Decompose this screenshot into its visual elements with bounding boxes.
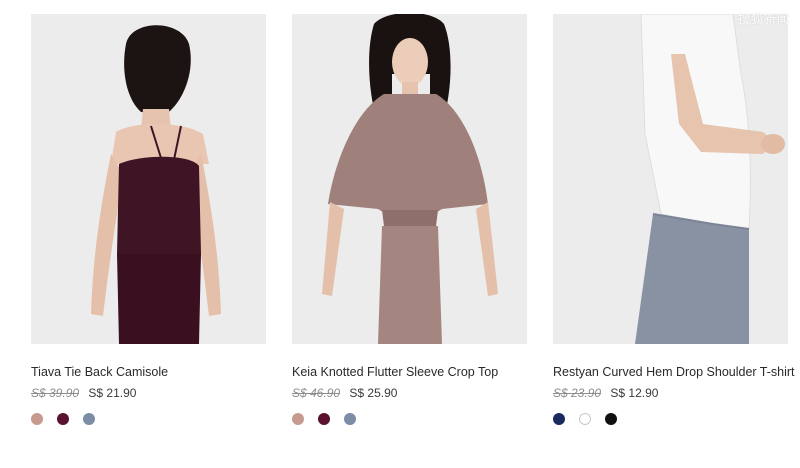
color-swatch-wine[interactable] xyxy=(318,413,330,425)
color-swatch-white[interactable] xyxy=(579,413,591,425)
product-image[interactable] xyxy=(31,14,266,344)
product-price: S$ 39.90 S$ 21.90 xyxy=(31,385,266,401)
sale-price: S$ 12.90 xyxy=(610,386,659,400)
product-card[interactable]: Keia Knotted Flutter Sleeve Crop Top S$ … xyxy=(292,14,527,426)
camisole-model-illustration xyxy=(31,14,266,344)
original-price: S$ 39.90 xyxy=(31,386,80,400)
product-price: S$ 23.90 S$ 12.90 xyxy=(553,385,788,401)
product-grid: Tiava Tie Back Camisole S$ 39.90 S$ 21.9… xyxy=(31,14,795,426)
product-price: S$ 46.90 S$ 25.90 xyxy=(292,385,527,401)
tshirt-model-illustration xyxy=(553,14,788,344)
product-image[interactable] xyxy=(553,14,788,344)
product-card[interactable]: Tiava Tie Back Camisole S$ 39.90 S$ 21.9… xyxy=(31,14,266,426)
product-image[interactable] xyxy=(292,14,527,344)
color-swatches xyxy=(31,413,266,426)
sale-price: S$ 21.90 xyxy=(88,386,137,400)
color-swatches xyxy=(553,413,788,426)
product-name[interactable]: Restyan Curved Hem Drop Shoulder T-shirt xyxy=(553,364,795,380)
color-swatch-blush[interactable] xyxy=(31,413,43,425)
crop-top-model-illustration xyxy=(292,14,527,344)
original-price: S$ 46.90 xyxy=(292,386,341,400)
color-swatch-wine[interactable] xyxy=(57,413,69,425)
sale-price: S$ 25.90 xyxy=(349,386,398,400)
product-name[interactable]: Tiava Tie Back Camisole xyxy=(31,364,266,380)
watermark-text: 搜狐新闻 xyxy=(737,12,790,26)
color-swatch-slate-blue[interactable] xyxy=(344,413,356,425)
product-name[interactable]: Keia Knotted Flutter Sleeve Crop Top xyxy=(292,364,527,380)
original-price: S$ 23.90 xyxy=(553,386,602,400)
color-swatch-slate-blue[interactable] xyxy=(83,413,95,425)
product-card[interactable]: Restyan Curved Hem Drop Shoulder T-shirt… xyxy=(553,14,795,426)
color-swatch-blush[interactable] xyxy=(292,413,304,425)
color-swatches xyxy=(292,413,527,426)
color-swatch-black[interactable] xyxy=(605,413,617,425)
product-listing-page: 搜狐新闻 Tiava Tie Back Camisole S$ 39.90 S$… xyxy=(0,0,800,468)
color-swatch-navy[interactable] xyxy=(553,413,565,425)
